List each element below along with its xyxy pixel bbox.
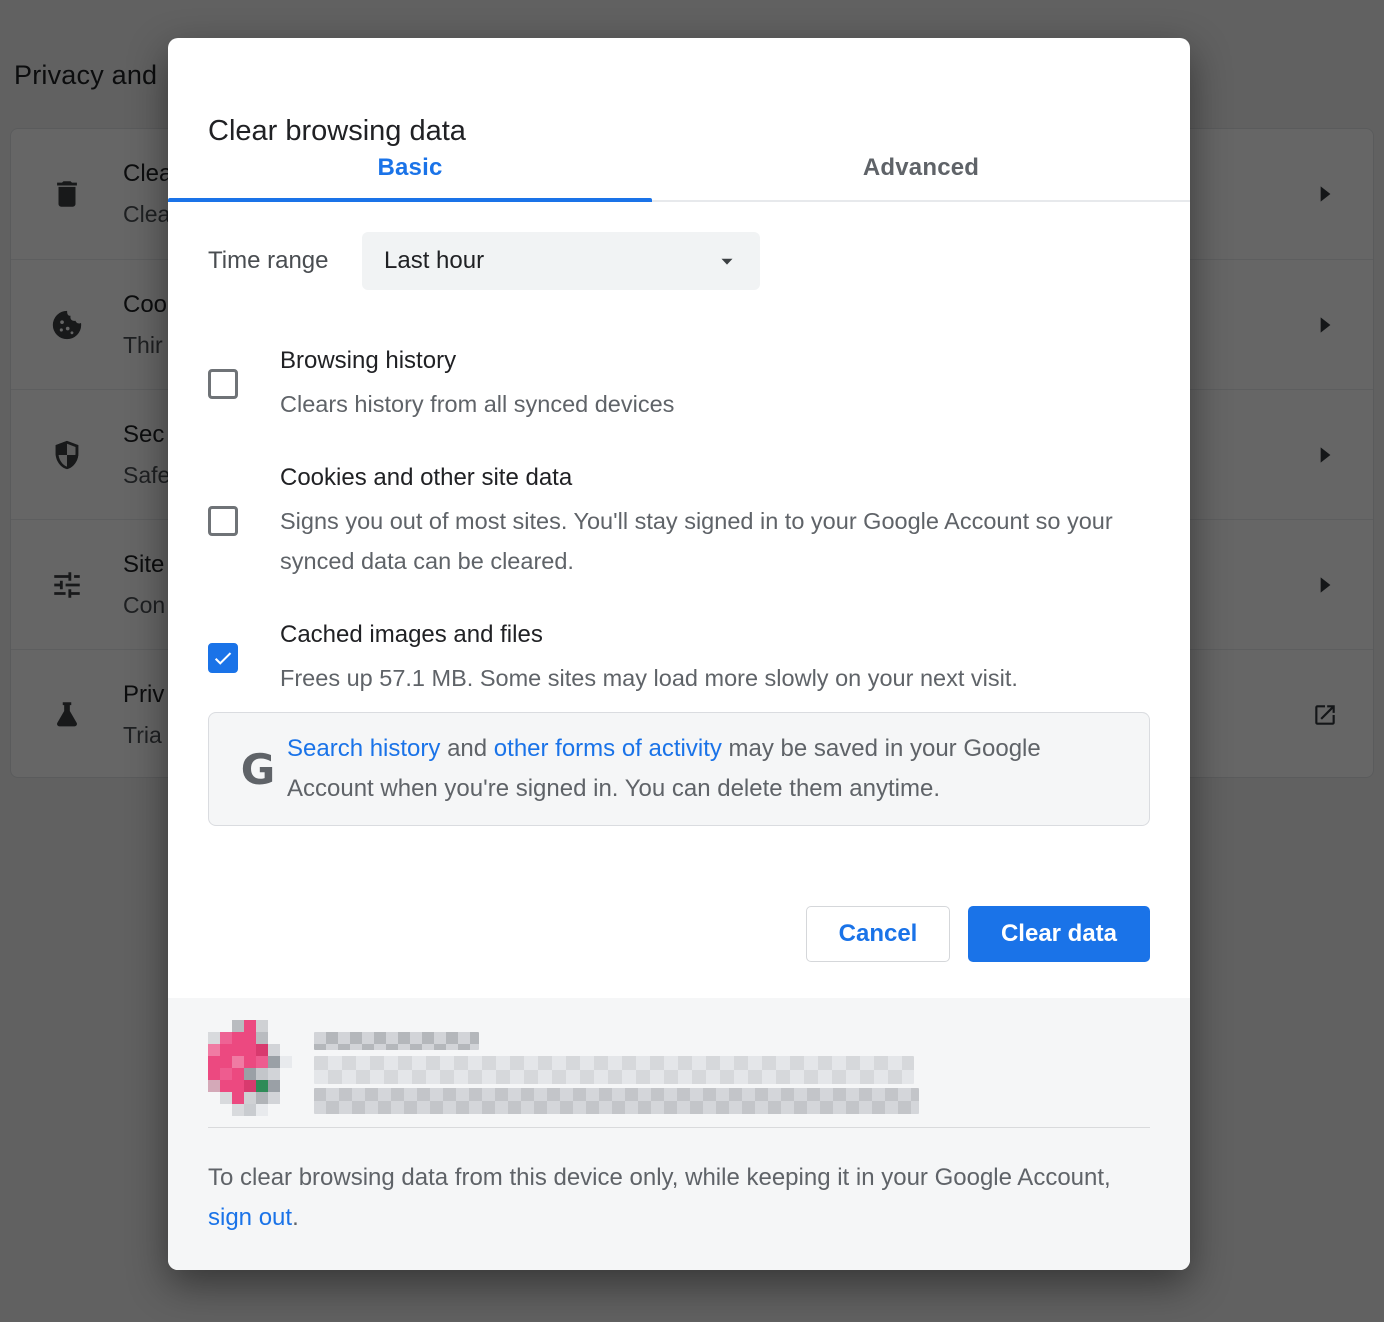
clear-browsing-data-dialog: Clear browsing data Basic Advanced Time … xyxy=(168,38,1190,1270)
google-account-notice: G Search history and other forms of acti… xyxy=(208,712,1150,826)
redacted-account-name xyxy=(314,1032,479,1050)
signout-text-segment: . xyxy=(292,1204,299,1231)
option-title: Browsing history xyxy=(280,344,1150,378)
option-title: Cookies and other site data xyxy=(280,461,1150,495)
google-g-icon: G xyxy=(229,745,287,794)
option-description: Signs you out of most sites. You'll stay… xyxy=(280,501,1150,581)
dialog-tabs: Basic Advanced xyxy=(168,136,1190,202)
time-range-select[interactable]: Last hour xyxy=(362,232,760,290)
time-range-label: Time range xyxy=(208,247,362,275)
notice-text-segment: and xyxy=(440,735,493,762)
notice-text: Search history and other forms of activi… xyxy=(287,729,1119,809)
option-description: Clears history from all synced devices xyxy=(280,384,1150,424)
redacted-account-info xyxy=(314,1020,919,1114)
signed-in-account-row xyxy=(208,998,1150,1116)
option-browsing-history: Browsing history Clears history from all… xyxy=(208,344,1150,424)
signout-text-segment: To clear browsing data from this device … xyxy=(208,1164,1111,1191)
tab-advanced[interactable]: Advanced xyxy=(652,136,1190,200)
signout-text: To clear browsing data from this device … xyxy=(208,1158,1150,1238)
option-cookies: Cookies and other site data Signs you ou… xyxy=(208,461,1150,581)
time-range-row: Time range Last hour xyxy=(208,232,760,290)
search-history-link[interactable]: Search history xyxy=(287,735,440,762)
avatar xyxy=(208,1020,304,1116)
option-description: Frees up 57.1 MB. Some sites may load mo… xyxy=(280,658,1150,698)
redacted-account-email xyxy=(314,1088,919,1114)
active-tab-underline xyxy=(168,198,652,202)
tab-basic[interactable]: Basic xyxy=(168,136,652,200)
option-cached-images: Cached images and files Frees up 57.1 MB… xyxy=(208,618,1150,698)
clear-options-list: Browsing history Clears history from all… xyxy=(208,344,1150,698)
dialog-footer: To clear browsing data from this device … xyxy=(168,998,1190,1270)
cookies-checkbox[interactable] xyxy=(208,506,238,536)
footer-divider xyxy=(208,1127,1150,1128)
browsing-history-checkbox[interactable] xyxy=(208,369,238,399)
dialog-actions: Cancel Clear data xyxy=(806,906,1150,962)
clear-data-button[interactable]: Clear data xyxy=(968,906,1150,962)
chevron-down-icon xyxy=(716,250,738,272)
time-range-value: Last hour xyxy=(384,247,484,275)
cached-images-checkbox[interactable] xyxy=(208,643,238,673)
option-title: Cached images and files xyxy=(280,618,1150,652)
cancel-button[interactable]: Cancel xyxy=(806,906,950,962)
redacted-account-line xyxy=(314,1056,914,1084)
sign-out-link[interactable]: sign out xyxy=(208,1204,292,1231)
other-activity-link[interactable]: other forms of activity xyxy=(494,735,722,762)
